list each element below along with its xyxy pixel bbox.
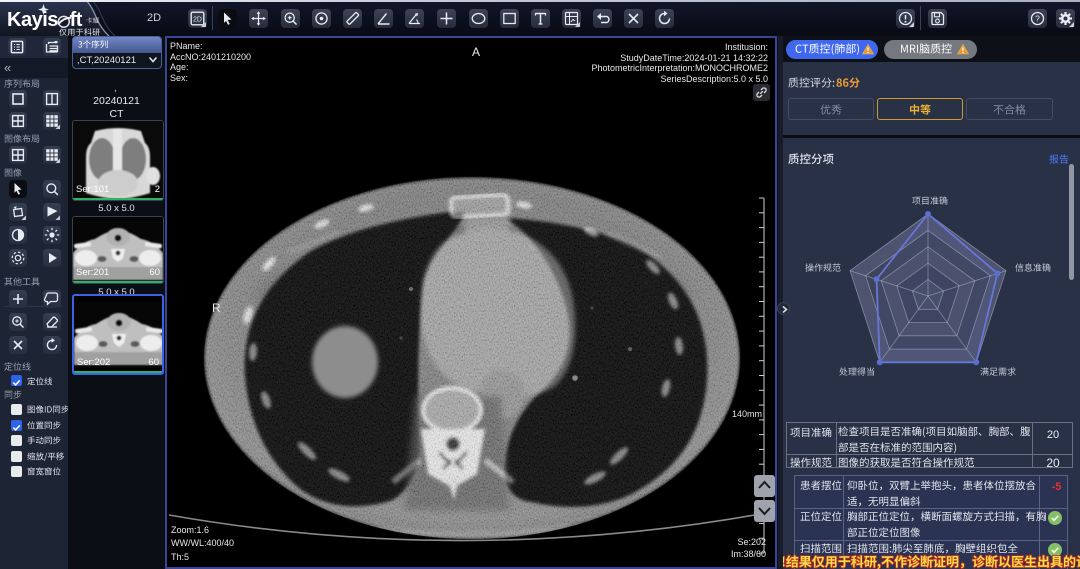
svg-text:2D: 2D — [193, 17, 202, 24]
svg-text:?: ? — [1035, 14, 1040, 24]
